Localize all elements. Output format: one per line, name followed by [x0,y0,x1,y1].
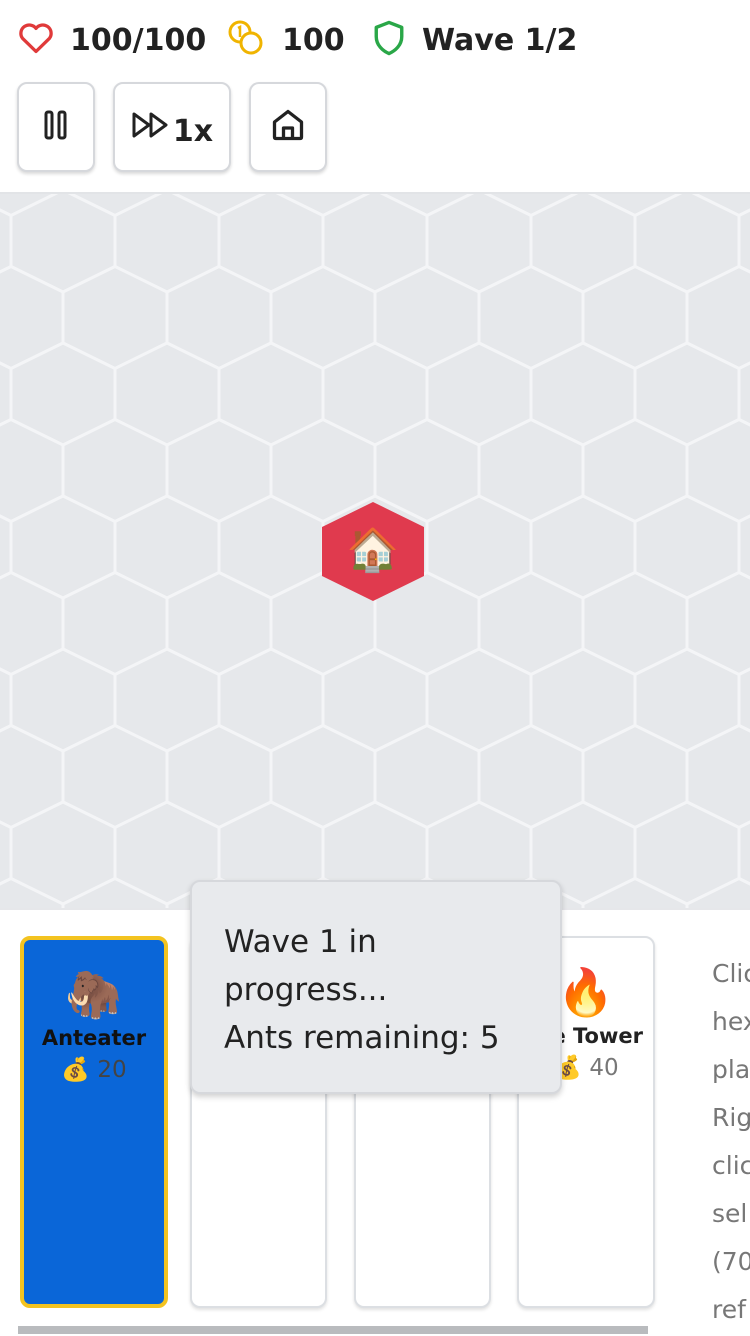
help-line: Rig [712,1103,750,1132]
help-line: Clic [712,959,750,988]
help-line: ref [712,1295,746,1324]
house-icon: 🏠 [346,525,400,574]
speed-label: 1x [172,113,214,149]
tower-cost: 💰 20 [24,1056,164,1083]
help-line: (70 [712,1247,750,1276]
wave-value: Wave 1/2 [422,22,578,58]
tower-cost-value: 20 [97,1057,127,1083]
help-line: pla [712,1055,750,1084]
tower-name: Anteater [41,1026,147,1050]
health-value: 100/100 [70,22,207,58]
help-text: Clic hex pla Rig clic sel (70 ref [712,950,750,1334]
coins-icon [226,18,266,62]
speed-button[interactable]: 1x [113,82,231,172]
wave-tooltip: Wave 1 in progress... Ants remaining: 5 [190,880,562,1094]
pause-icon [43,110,69,144]
coins-stat: 100 [226,18,345,62]
help-line: clic [712,1151,750,1180]
coins-value: 100 [282,22,345,58]
shield-icon [372,19,406,61]
tower-card-anteater[interactable]: 🦣 Anteater 💰 20 [20,936,168,1308]
home-button[interactable] [249,82,327,172]
help-line: sel [712,1199,748,1228]
home-icon [270,107,306,147]
pause-button[interactable] [17,82,95,172]
horizontal-scrollbar[interactable] [18,1326,648,1334]
mammoth-icon: 🦣 [65,967,123,1021]
wave-stat: Wave 1/2 [372,18,577,62]
hex-board[interactable]: 🏠 [0,192,750,910]
base-tile[interactable]: 🏠 [320,500,426,603]
health-stat: 100/100 [18,18,206,62]
money-bag-icon: 💰 [61,1057,91,1083]
tooltip-line: progress... [224,972,388,1008]
heart-icon [18,21,54,59]
tooltip-line: Wave 1 in [224,924,377,960]
tooltip-line: Ants remaining: 5 [224,1020,500,1056]
fast-forward-icon [131,110,171,144]
help-line: hex [712,1007,750,1036]
status-bar: 100/100 100 Wave 1/2 [0,0,750,80]
tower-cost-value: 40 [589,1055,619,1081]
